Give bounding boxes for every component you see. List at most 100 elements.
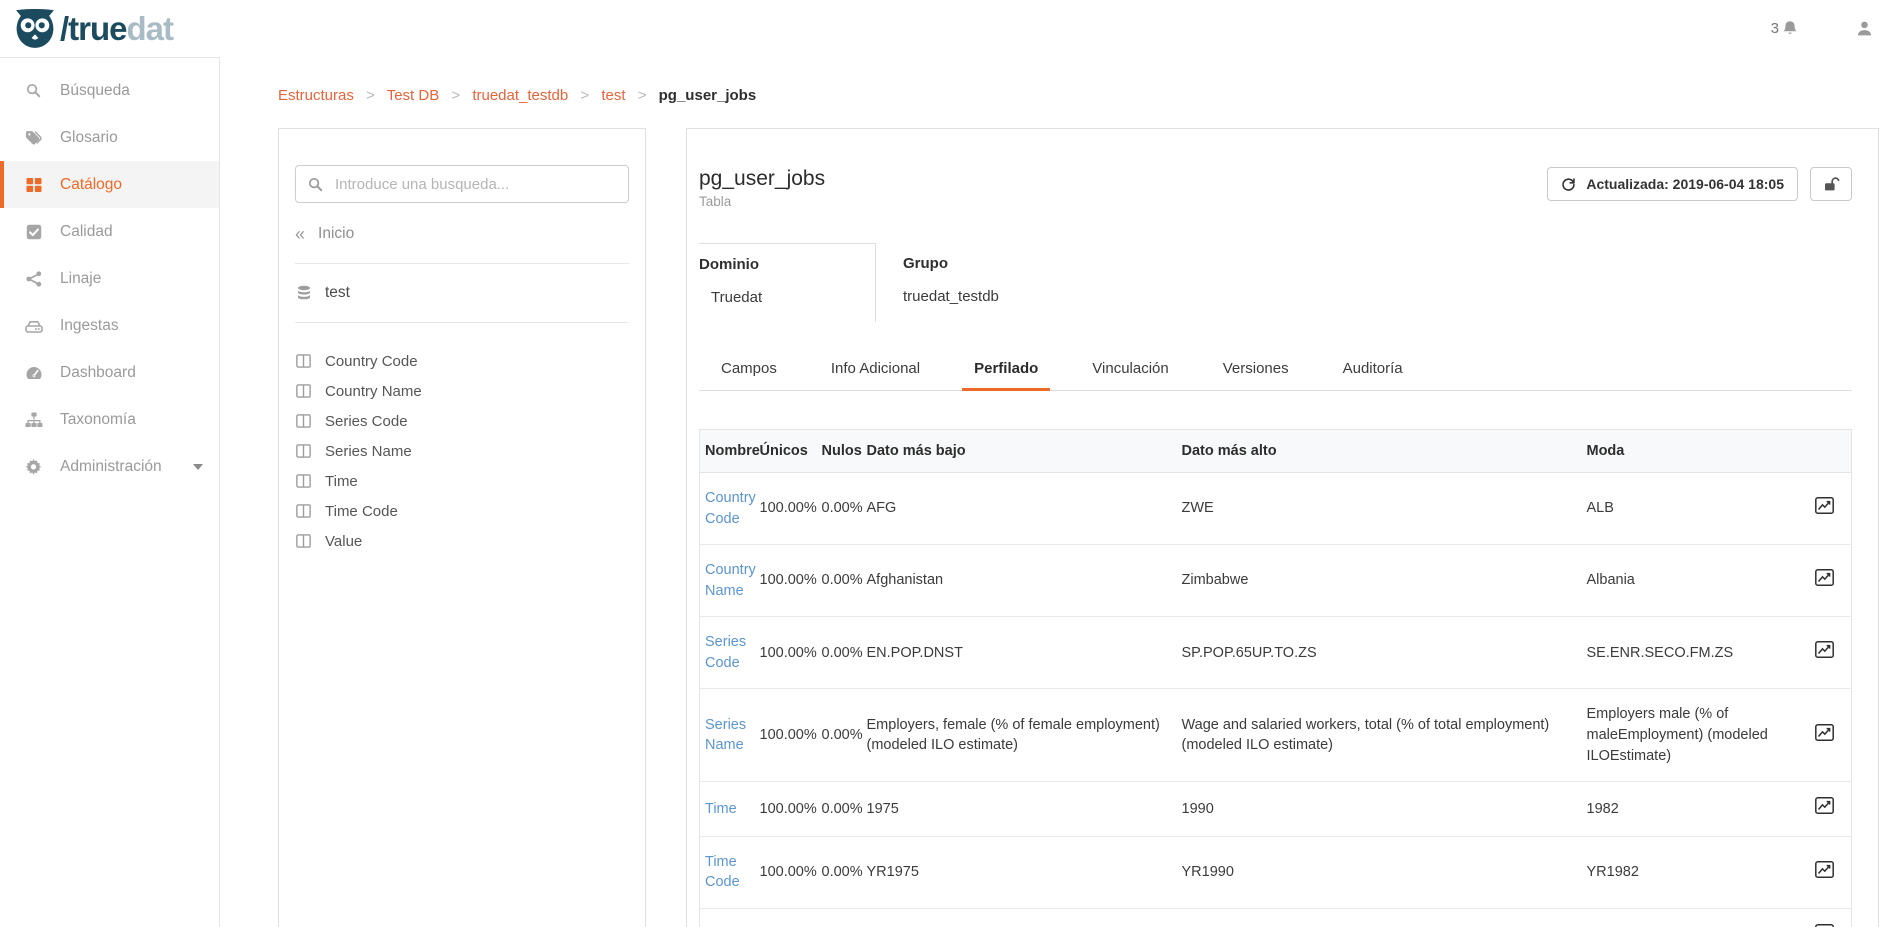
sidebar: Búsqueda Glosario Catálogo Calidad L (0, 57, 220, 927)
chart-line-icon[interactable] (1815, 641, 1834, 658)
grid-icon (24, 177, 43, 193)
sidebar-item-label: Linaje (60, 270, 101, 288)
tree-column-item[interactable]: Time (295, 466, 629, 496)
nulos-value: 0.00% (817, 617, 862, 689)
check-square-icon (24, 224, 43, 240)
tab[interactable]: Campos (709, 350, 789, 391)
nulos-value: 0.00% (817, 689, 862, 782)
tree-column-item[interactable]: Series Name (295, 436, 629, 466)
unicos-value: 100.00% (755, 689, 817, 782)
sidebar-item-label: Glosario (60, 129, 118, 147)
unlock-icon (1823, 176, 1840, 192)
lowest-value: YR1975 (862, 836, 1177, 908)
sidebar-item[interactable]: Linaje (0, 255, 219, 302)
page-title: pg_user_jobs (699, 167, 825, 191)
gauge-icon (24, 365, 43, 381)
highest-value: Wage and salaried workers, total (% of t… (1177, 689, 1582, 782)
chart-line-icon[interactable] (1815, 497, 1834, 514)
tree-column-item[interactable]: Country Name (295, 376, 629, 406)
sidebar-item[interactable]: Calidad (0, 208, 219, 255)
lowest-value: Employers, female (% of female employmen… (862, 689, 1177, 782)
lowest-value: EN.POP.DNST (862, 617, 1177, 689)
tree-back-button[interactable]: « Inicio (295, 225, 629, 264)
chart-line-icon[interactable] (1815, 861, 1834, 878)
tree-search (295, 165, 629, 203)
columns-icon (295, 444, 312, 458)
field-link[interactable]: Country Code (705, 490, 756, 527)
structure-detail-panel: pg_user_jobs Tabla Actualizada: 2019-06-… (686, 128, 1879, 927)
sidebar-item[interactable]: Administración (0, 443, 219, 490)
tab[interactable]: Vinculación (1080, 350, 1180, 391)
tree-column-item[interactable]: Series Code (295, 406, 629, 436)
profile-row: Country Code 100.00% 0.00% AFG ZWE ALB (700, 473, 1852, 545)
tree-column-item[interactable]: Time Code (295, 496, 629, 526)
lowest-value: Afghanistan (862, 545, 1177, 617)
sidebar-item[interactable]: Ingestas (0, 302, 219, 349)
unicos-value: 100.00% (755, 782, 817, 837)
notifications-button[interactable]: 3 (1771, 20, 1798, 37)
tree-column-item[interactable]: Country Code (295, 346, 629, 376)
column-header: Únicos (755, 430, 817, 473)
truedat-app: /truedat 3 Búsqueda Glosario (0, 0, 1899, 927)
nulos-value: 0.00% (817, 473, 862, 545)
tree-column-label: Country Code (325, 353, 418, 370)
structure-tree-panel: « Inicio test Country Code (278, 128, 646, 927)
highest-value: YR1990 (1177, 836, 1582, 908)
sidebar-item[interactable]: Búsqueda (0, 67, 219, 114)
breadcrumb-link[interactable]: truedat_testdb (472, 87, 568, 104)
sidebar-item-label: Calidad (60, 223, 113, 241)
breadcrumb-separator: > (451, 87, 460, 104)
chart-line-icon[interactable] (1815, 569, 1834, 586)
field-link[interactable]: Series Code (705, 634, 746, 671)
tab[interactable]: Versiones (1211, 350, 1301, 391)
tree-root-item[interactable]: test (295, 264, 629, 323)
field-link[interactable]: Country Name (705, 562, 756, 599)
highest-value: ZWE (1177, 473, 1582, 545)
column-header: Moda (1582, 430, 1804, 473)
updated-button[interactable]: Actualizada: 2019-06-04 18:05 (1547, 167, 1798, 201)
grupo-value: truedat_testdb (903, 288, 999, 305)
tree-column-item[interactable]: Value (295, 526, 629, 556)
moda-value: SE.ENR.SECO.FM.ZS (1582, 617, 1804, 689)
tab[interactable]: Perfilado (962, 350, 1050, 391)
lock-button[interactable] (1810, 167, 1852, 201)
sidebar-item-label: Dashboard (60, 364, 136, 382)
tree-column-label: Series Name (325, 443, 412, 460)
breadcrumb-separator: > (366, 87, 375, 104)
column-header-actions (1804, 430, 1852, 473)
chart-line-icon[interactable] (1815, 724, 1834, 741)
refresh-icon (1561, 177, 1576, 192)
tab[interactable]: Info Adicional (819, 350, 932, 391)
moda-value: 1982 (1582, 782, 1804, 837)
tab[interactable]: Auditoría (1331, 350, 1415, 391)
nulos-value: 0.00% (817, 782, 862, 837)
profile-row: Series Code 100.00% 0.00% EN.POP.DNST SP… (700, 617, 1852, 689)
chart-line-icon[interactable] (1815, 797, 1834, 814)
sidebar-item[interactable]: Glosario (0, 114, 219, 161)
field-link[interactable]: Time (705, 801, 737, 817)
unicos-value: 100.00% (755, 617, 817, 689)
columns-icon (295, 354, 312, 368)
tree-root-label: test (325, 284, 350, 302)
breadcrumb-current: pg_user_jobs (659, 87, 757, 104)
sidebar-item-label: Catálogo (60, 176, 122, 194)
field-link[interactable]: Series Name (705, 717, 746, 754)
sidebar-item[interactable]: Catálogo (0, 161, 219, 208)
nulos-value: 0.00% (817, 908, 862, 927)
tree-search-input[interactable] (335, 176, 616, 193)
breadcrumb-link[interactable]: Estructuras (278, 87, 354, 104)
dominio-value: Truedat (699, 289, 875, 306)
detail-tabs: Campos Info Adicional Perfilado Vinculación… (699, 350, 1852, 391)
field-link[interactable]: Time Code (705, 854, 740, 891)
updated-label: Actualizada: 2019-06-04 18:05 (1586, 176, 1784, 192)
search-icon (24, 83, 43, 98)
unicos-value: 67.47% (755, 908, 817, 927)
breadcrumb-link[interactable]: test (601, 87, 625, 104)
sidebar-item[interactable]: Dashboard (0, 349, 219, 396)
user-icon[interactable] (1856, 20, 1873, 37)
sidebar-item[interactable]: Taxonomía (0, 396, 219, 443)
breadcrumb-link[interactable]: Test DB (387, 87, 440, 104)
grupo-label: Grupo (903, 255, 999, 272)
drive-icon (24, 318, 43, 334)
truedat-logo[interactable]: /truedat (14, 9, 173, 49)
